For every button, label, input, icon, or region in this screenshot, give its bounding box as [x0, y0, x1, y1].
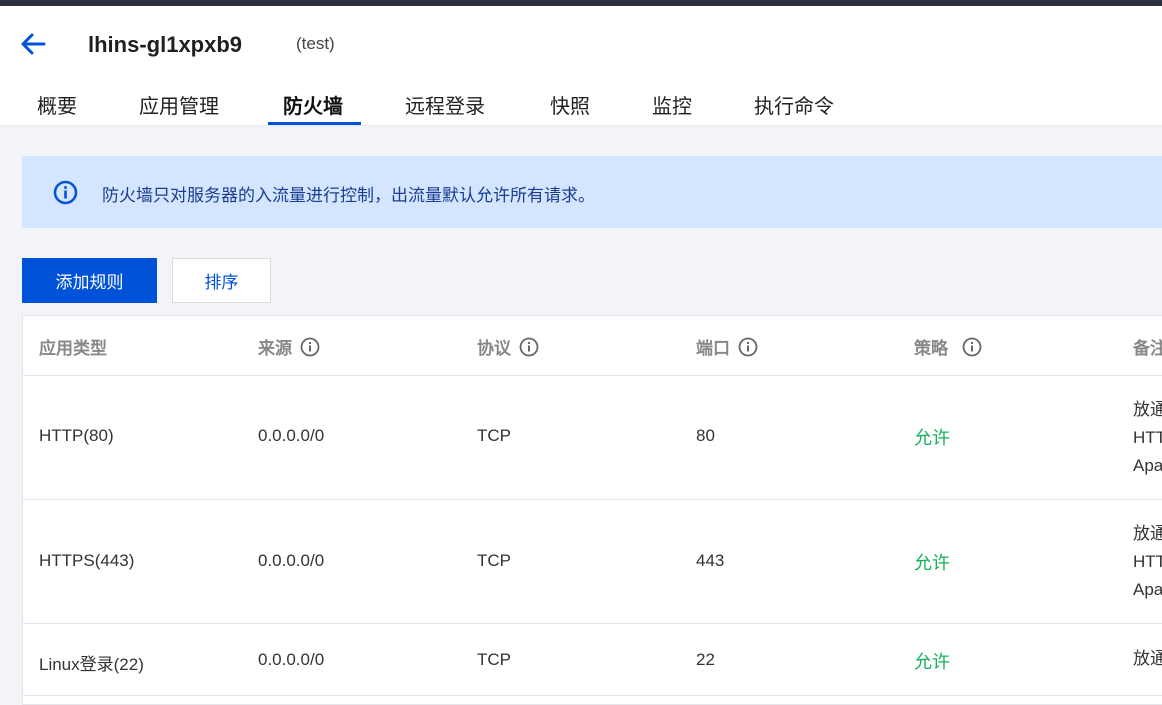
table-row: HTTPS(443) 0.0.0.0/0 TCP 443 允许 放通 HTT A… — [23, 500, 1162, 624]
table-row: HTTP(80) 0.0.0.0/0 TCP 80 允许 放通 HTT Apa — [23, 376, 1162, 500]
column-header-protocol: 协议 — [477, 334, 539, 359]
info-icon[interactable] — [738, 337, 758, 357]
tab-bar: 概要 应用管理 防火墙 远程登录 快照 监控 执行命令 — [0, 86, 1162, 126]
column-header-remark: 备注 — [1133, 339, 1162, 358]
cell-port: 443 — [696, 551, 725, 570]
back-arrow-icon[interactable] — [20, 33, 46, 55]
cell-app-type: HTTP(80) — [39, 426, 114, 445]
cell-protocol: TCP — [477, 551, 511, 570]
column-header-policy: 策略 — [914, 334, 982, 359]
cell-policy: 允许 — [914, 428, 950, 448]
cell-port: 22 — [696, 650, 715, 669]
info-icon[interactable] — [519, 337, 539, 357]
tab-firewall[interactable]: 防火墙 — [283, 90, 343, 119]
cell-remark: 放通 — [1133, 649, 1162, 668]
cell-source: 0.0.0.0/0 — [258, 650, 325, 669]
info-icon[interactable] — [962, 337, 982, 357]
cell-remark: 放通 HTT Apa — [1133, 524, 1162, 599]
sort-button[interactable]: 排序 — [172, 258, 271, 303]
info-notice: 防火墙只对服务器的入流量进行控制，出流量默认允许所有请求。 — [22, 156, 1162, 228]
cell-app-type: Linux登录(22) — [39, 655, 144, 674]
cell-app-type: HTTPS(443) — [39, 551, 135, 570]
firewall-rules-table: 应用类型 来源 协议 端口 策略 备注 HTTP(80) 0.0.0.0/0 T… — [22, 315, 1162, 705]
tab-snapshot[interactable]: 快照 — [550, 90, 590, 119]
cell-protocol: TCP — [477, 650, 511, 669]
add-rule-button[interactable]: 添加规则 — [22, 258, 157, 303]
tab-app-management[interactable]: 应用管理 — [139, 90, 219, 119]
table-header: 应用类型 来源 协议 端口 策略 备注 — [23, 316, 1162, 376]
column-header-port: 端口 — [696, 334, 758, 359]
instance-alias: (test) — [296, 34, 335, 53]
cell-source: 0.0.0.0/0 — [258, 551, 325, 570]
cell-policy: 允许 — [914, 652, 950, 672]
info-icon — [53, 180, 78, 205]
active-tab-indicator — [268, 122, 361, 125]
tab-monitoring[interactable]: 监控 — [652, 90, 692, 119]
instance-name: lhins-gl1xpxb9 — [88, 32, 243, 57]
cell-source: 0.0.0.0/0 — [258, 426, 325, 445]
column-header-source: 来源 — [258, 334, 320, 359]
info-icon[interactable] — [300, 337, 320, 357]
tab-remote-login[interactable]: 远程登录 — [405, 90, 485, 119]
tab-execute-command[interactable]: 执行命令 — [754, 90, 834, 119]
cell-protocol: TCP — [477, 426, 511, 445]
cell-remark: 放通 HTT Apa — [1133, 400, 1162, 475]
cell-port: 80 — [696, 426, 715, 445]
tab-overview[interactable]: 概要 — [37, 90, 77, 119]
cell-policy: 允许 — [914, 553, 950, 573]
table-row: Linux登录(22) 0.0.0.0/0 TCP 22 允许 放通 — [23, 624, 1162, 696]
page-header: lhins-gl1xpxb9 (test) 概要 应用管理 防火墙 远程登录 快… — [0, 6, 1162, 126]
notice-text: 防火墙只对服务器的入流量进行控制，出流量默认允许所有请求。 — [102, 186, 595, 205]
column-header-app-type: 应用类型 — [39, 339, 107, 358]
